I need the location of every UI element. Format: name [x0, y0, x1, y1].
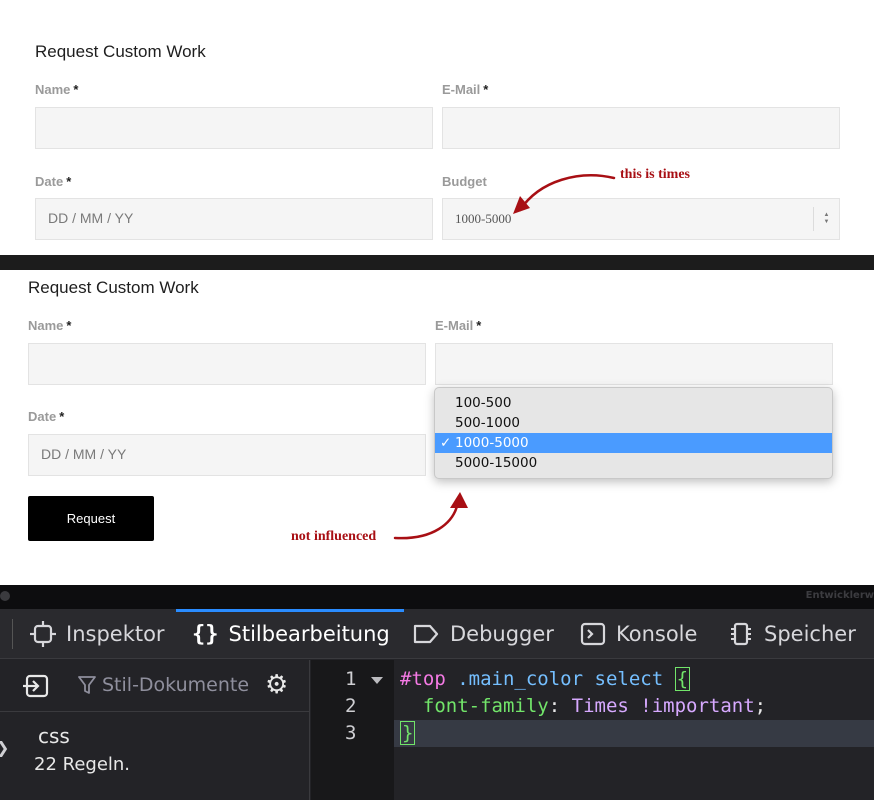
tab-stilbearbeitung[interactable]: {} Stilbearbeitung: [176, 609, 404, 659]
dropdown-option-100-500[interactable]: 100-500: [435, 393, 832, 413]
stylesheet-filter[interactable]: Stil-Dokumente: [78, 674, 249, 696]
required-mark: *: [476, 318, 482, 333]
budget-dropdown-menu: 100-500 500-1000 ✓ 1000-5000 5000-15000: [434, 387, 833, 479]
devtools-titlebar: Entwicklerw: [0, 585, 874, 609]
email-label: E-Mail *: [442, 82, 489, 97]
annotation-not-influenced: not influenced: [291, 529, 377, 544]
required-mark: *: [59, 409, 65, 424]
console-icon: [580, 622, 606, 646]
request-button[interactable]: Request: [28, 496, 154, 541]
select-arrows-icon: ▲ ▼: [813, 207, 839, 231]
chevron-right-icon[interactable]: ❯: [0, 738, 9, 757]
annotation-times: this is times: [620, 167, 690, 182]
email-input[interactable]: [435, 343, 833, 385]
window-control-icon[interactable]: [0, 591, 10, 601]
required-mark: *: [66, 174, 72, 189]
date-input[interactable]: DD / MM / YY: [28, 434, 426, 476]
current-line-highlight: [394, 720, 874, 747]
annotation-arrow-icon: [393, 492, 468, 540]
form-title: Request Custom Work: [28, 278, 199, 297]
tab-speicher[interactable]: Speicher: [728, 609, 856, 659]
css-editor[interactable]: 1 2 3 #top .main_color select { font-fam…: [311, 660, 874, 800]
form-panel-top: Request Custom Work Name * E-Mail * Date * …: [0, 0, 874, 255]
email-label: E-Mail *: [435, 318, 482, 333]
devtools-panel: Entwicklerw Inspektor {} Stilbearbeitung…: [0, 585, 874, 800]
tab-debugger[interactable]: Debugger: [412, 609, 554, 659]
devtools-tab-bar: Inspektor {} Stilbearbeitung Debugger Ko…: [0, 609, 874, 659]
filter-icon: [78, 676, 96, 694]
memory-icon: [728, 621, 754, 647]
stylesheet-name[interactable]: css: [38, 724, 70, 748]
required-mark: *: [73, 82, 79, 97]
name-label: Name *: [35, 82, 79, 97]
code-line-3: }: [400, 721, 416, 745]
code-line-2: font-family: Times !important;: [422, 695, 767, 717]
form-title: Request Custom Work: [35, 42, 206, 61]
tab-separator: [12, 619, 13, 649]
screenshot-divider: [0, 255, 874, 270]
name-label: Name *: [28, 318, 72, 333]
gear-icon[interactable]: ⚙: [265, 672, 288, 698]
dropdown-option-5000-15000[interactable]: 5000-15000: [435, 453, 832, 473]
fold-arrow-icon[interactable]: [371, 677, 383, 684]
annotation-arrow-icon: [513, 174, 616, 214]
sidebar-toolbar: Stil-Dokumente ⚙: [0, 660, 310, 712]
checkmark-icon: ✓: [440, 435, 452, 451]
devtools-window-title: Entwicklerw: [805, 590, 874, 601]
email-input[interactable]: [442, 107, 840, 149]
dropdown-option-1000-5000[interactable]: ✓ 1000-5000: [435, 433, 832, 453]
line-number-gutter: 1 2 3: [311, 660, 394, 800]
date-label: Date *: [35, 174, 72, 189]
date-label: Date *: [28, 409, 65, 424]
line-number: 3: [345, 722, 357, 744]
import-stylesheet-icon[interactable]: [22, 673, 50, 703]
name-input[interactable]: [28, 343, 426, 385]
braces-icon: {}: [192, 621, 219, 647]
budget-select[interactable]: 1000-5000 ▲ ▼: [442, 198, 840, 240]
date-placeholder: DD / MM / YY: [48, 210, 134, 226]
date-input[interactable]: DD / MM / YY: [35, 198, 433, 240]
line-number: 2: [345, 695, 357, 717]
style-sheets-sidebar: Stil-Dokumente ⚙ ❯ css 22 Regeln.: [0, 660, 310, 800]
tab-konsole[interactable]: Konsole: [580, 609, 697, 659]
tab-inspektor[interactable]: Inspektor: [30, 609, 165, 659]
budget-label: Budget: [442, 174, 487, 189]
form-panel-bottom: Request Custom Work Name * E-Mail * Date * …: [0, 270, 874, 585]
required-mark: *: [483, 82, 489, 97]
code-line-1: #top .main_color select {: [400, 667, 691, 691]
debugger-icon: [412, 623, 440, 645]
stylesheet-rule-count: 22 Regeln.: [34, 754, 131, 775]
line-number: 1: [345, 668, 357, 690]
name-input[interactable]: [35, 107, 433, 149]
budget-select-value: 1000-5000: [455, 211, 512, 226]
required-mark: *: [66, 318, 72, 333]
dropdown-option-500-1000[interactable]: 500-1000: [435, 413, 832, 433]
inspector-icon: [30, 621, 56, 647]
date-placeholder: DD / MM / YY: [41, 446, 127, 462]
